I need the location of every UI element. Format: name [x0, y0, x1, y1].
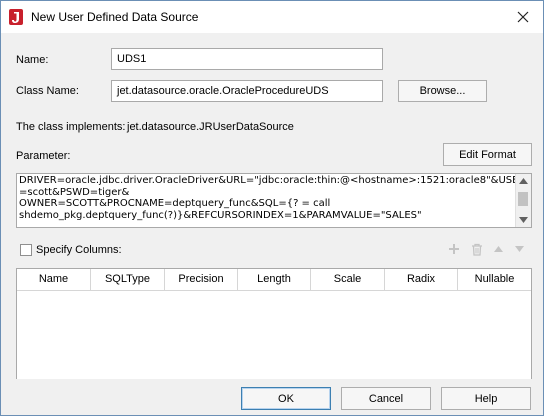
- cancel-button[interactable]: Cancel: [341, 387, 431, 410]
- scroll-up-icon[interactable]: [519, 178, 528, 184]
- delete-icon: [472, 243, 482, 256]
- columns-table[interactable]: Name SQLType Precision Length Scale Radi…: [16, 268, 532, 384]
- column-header-nullable[interactable]: Nullable: [458, 269, 531, 291]
- help-button[interactable]: Help: [441, 387, 531, 410]
- move-down-button[interactable]: [509, 239, 529, 259]
- name-label: Name:: [16, 54, 49, 66]
- ok-button[interactable]: OK: [241, 387, 331, 410]
- column-header-sqltype[interactable]: SQLType: [91, 269, 165, 291]
- scrollbar-thumb[interactable]: [518, 192, 528, 206]
- parameter-textarea[interactable]: DRIVER=oracle.jdbc.driver.OracleDriver&U…: [16, 173, 532, 228]
- implements-value: jet.datasource.JRUserDataSource: [127, 121, 294, 133]
- specify-columns-checkbox[interactable]: [20, 244, 32, 256]
- class-name-field[interactable]: jet.datasource.oracle.OracleProcedureUDS: [111, 80, 383, 102]
- dialog-window: New User Defined Data Source Name: UDS1 …: [0, 0, 544, 416]
- parameter-line: shdemo_pkg.deptquery_func(?)}&REFCURSORI…: [19, 209, 422, 221]
- parameter-line: =scott&PSWD=tiger&: [19, 186, 130, 198]
- column-header-radix[interactable]: Radix: [385, 269, 458, 291]
- close-icon: [517, 11, 529, 23]
- column-header-length[interactable]: Length: [238, 269, 311, 291]
- class-name-label: Class Name:: [16, 85, 79, 97]
- parameter-line: OWNER=SCOTT&PROCNAME=deptquery_func&SQL=…: [19, 198, 331, 209]
- parameter-scrollbar[interactable]: [515, 174, 531, 227]
- dialog-content: Name: UDS1 Class Name: jet.datasource.or…: [1, 33, 543, 415]
- column-header-name[interactable]: Name: [17, 269, 91, 291]
- scroll-down-icon[interactable]: [519, 217, 528, 223]
- title-bar: New User Defined Data Source: [1, 1, 543, 33]
- columns-table-header: Name SQLType Precision Length Scale Radi…: [17, 269, 531, 291]
- window-title: New User Defined Data Source: [31, 10, 199, 24]
- app-logo-icon: [9, 9, 23, 25]
- specify-columns-label: Specify Columns:: [36, 244, 122, 256]
- move-down-icon: [514, 246, 524, 252]
- name-field[interactable]: UDS1: [111, 48, 383, 70]
- add-icon: [449, 244, 459, 254]
- parameter-label: Parameter:: [16, 150, 71, 162]
- move-up-button[interactable]: [488, 239, 508, 259]
- edit-format-button[interactable]: Edit Format: [443, 143, 532, 166]
- move-up-icon: [493, 246, 503, 252]
- close-button[interactable]: [509, 5, 537, 29]
- column-header-scale[interactable]: Scale: [311, 269, 385, 291]
- browse-button[interactable]: Browse...: [398, 80, 487, 102]
- add-column-button[interactable]: [444, 239, 464, 259]
- column-header-precision[interactable]: Precision: [165, 269, 238, 291]
- delete-column-button[interactable]: [467, 239, 487, 259]
- parameter-line: DRIVER=oracle.jdbc.driver.OracleDriver&U…: [19, 175, 526, 186]
- implements-label: The class implements:: [16, 121, 126, 133]
